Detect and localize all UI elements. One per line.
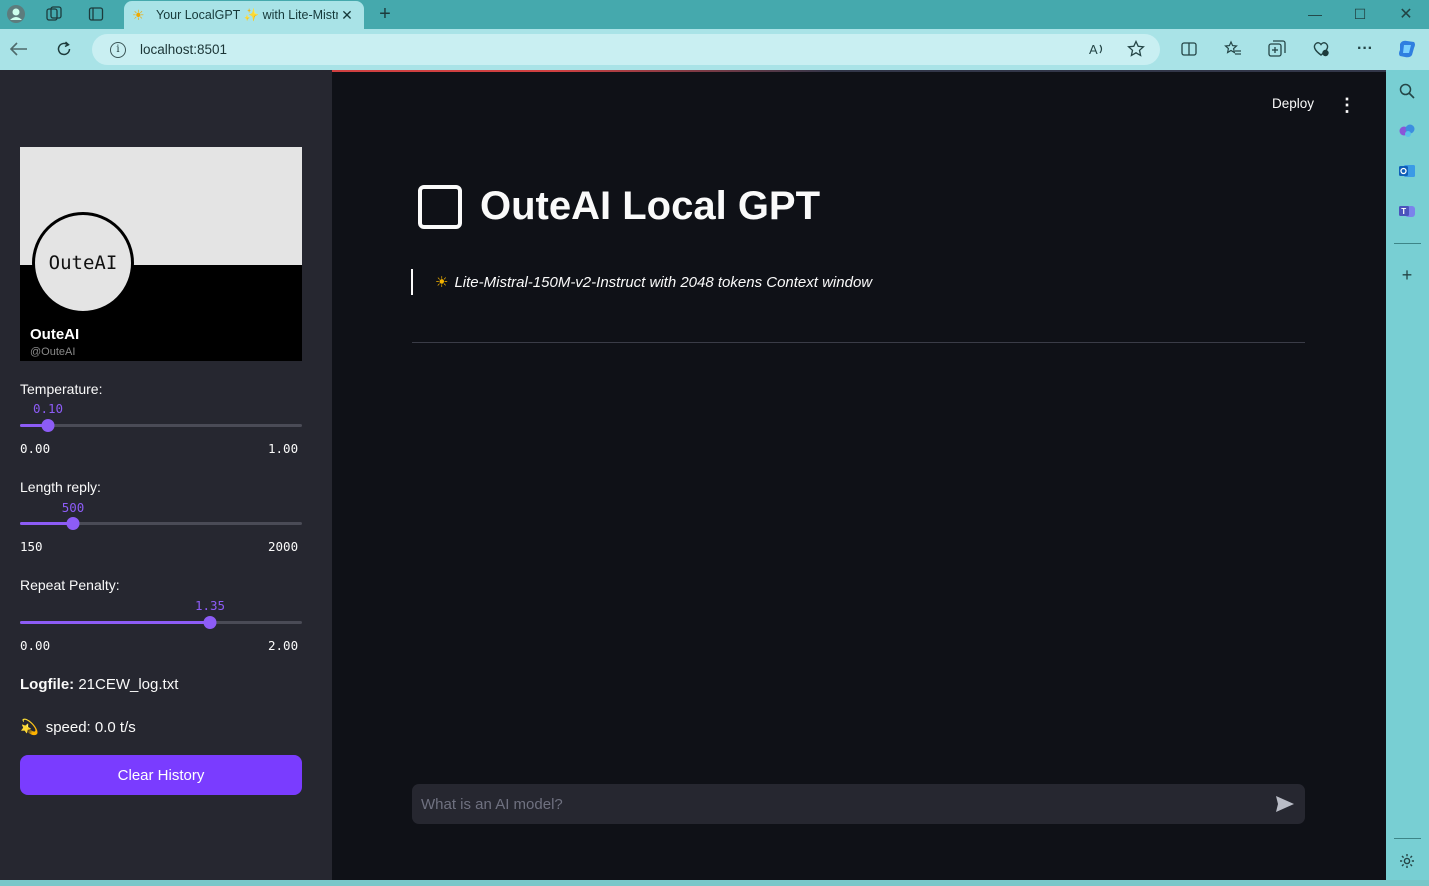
logfile-value: 21CEW_log.txt bbox=[78, 676, 179, 693]
length-reply-slider-thumb[interactable] bbox=[66, 517, 80, 530]
site-info-icon[interactable]: i bbox=[110, 41, 126, 58]
outlook-icon[interactable] bbox=[1396, 160, 1418, 182]
chat-input[interactable] bbox=[421, 795, 1265, 813]
browser-titlebar: ☀ Your LocalGPT ✨ with Lite-Mistr ✕ + — … bbox=[0, 0, 1429, 29]
banner-logo: OuteAI bbox=[32, 212, 134, 314]
sidebar: OuteAI OuteAI @OuteAI Temperature: 0.10 … bbox=[0, 70, 332, 880]
workspaces-icon[interactable] bbox=[40, 0, 68, 28]
repeat-penalty-max: 2.00 bbox=[268, 638, 299, 653]
temperature-slider[interactable] bbox=[20, 419, 302, 432]
collections-icon[interactable] bbox=[1264, 36, 1290, 62]
subtitle-text: Lite-Mistral-150M-v2-Instruct with 2048 … bbox=[454, 273, 873, 291]
chat-input-container bbox=[412, 784, 1305, 824]
length-reply-max: 2000 bbox=[268, 539, 299, 554]
streamlit-app: OuteAI OuteAI @OuteAI Temperature: 0.10 … bbox=[0, 70, 1386, 880]
horizontal-divider bbox=[412, 342, 1305, 343]
repeat-penalty-label: Repeat Penalty: bbox=[20, 577, 120, 593]
deploy-button[interactable]: Deploy bbox=[1272, 96, 1314, 111]
main-content: Deploy ⋮ OuteAI Local GPT ☀ Lite-Mistral… bbox=[332, 70, 1386, 880]
back-icon[interactable] bbox=[6, 36, 32, 62]
dizzy-icon: 💫 bbox=[20, 719, 39, 736]
split-screen-icon[interactable] bbox=[1176, 36, 1202, 62]
close-tab-icon[interactable]: ✕ bbox=[338, 7, 356, 24]
refresh-icon[interactable] bbox=[51, 36, 77, 62]
maximize-icon[interactable]: ☐ bbox=[1346, 0, 1374, 28]
edge-sidebar: T + bbox=[1386, 70, 1429, 880]
temperature-value: 0.10 bbox=[32, 401, 64, 416]
new-tab-icon[interactable]: + bbox=[371, 0, 399, 28]
length-reply-slider-fill bbox=[20, 522, 73, 525]
page-title-text: OuteAI Local GPT bbox=[480, 184, 821, 228]
add-icon[interactable]: + bbox=[1396, 264, 1418, 286]
favorites-icon[interactable] bbox=[1220, 36, 1246, 62]
length-reply-label: Length reply: bbox=[20, 479, 101, 495]
tab-title: Your LocalGPT ✨ with Lite-Mistr bbox=[156, 7, 338, 22]
read-aloud-icon[interactable]: A bbox=[1084, 36, 1110, 62]
checkbox-square-icon bbox=[418, 184, 462, 229]
speed-line: 💫 speed: 0.0 t/s bbox=[20, 718, 136, 737]
page-title: OuteAI Local GPT bbox=[418, 184, 820, 229]
temperature-max: 1.00 bbox=[268, 441, 299, 456]
length-reply-slider[interactable] bbox=[20, 517, 302, 530]
browser-window: ☀ Your LocalGPT ✨ with Lite-Mistr ✕ + — … bbox=[0, 0, 1429, 886]
edge-separator-bottom bbox=[1394, 838, 1421, 839]
length-reply-min: 150 bbox=[20, 539, 43, 554]
profile-icon[interactable] bbox=[2, 0, 30, 28]
url-bar[interactable]: i localhost:8501 bbox=[92, 34, 1160, 65]
repeat-penalty-slider-fill bbox=[20, 621, 210, 624]
close-window-icon[interactable]: ✕ bbox=[1392, 0, 1420, 28]
length-reply-value: 500 bbox=[61, 500, 85, 515]
more-options-icon[interactable]: ··· bbox=[1352, 36, 1378, 62]
browser-essentials-icon[interactable] bbox=[1308, 36, 1334, 62]
logfile-label: Logfile: bbox=[20, 676, 75, 693]
gear-icon[interactable] bbox=[1396, 850, 1418, 872]
temperature-label: Temperature: bbox=[20, 381, 103, 397]
send-icon[interactable] bbox=[1265, 784, 1305, 824]
banner-handle: @OuteAI bbox=[30, 346, 76, 358]
subtitle-blockquote: ☀ Lite-Mistral-150M-v2-Instruct with 204… bbox=[411, 269, 872, 295]
temperature-min: 0.00 bbox=[20, 441, 51, 456]
address-toolbar: i localhost:8501 A ··· bbox=[0, 29, 1429, 70]
outeai-banner-image: OuteAI OuteAI @OuteAI bbox=[20, 147, 302, 361]
url-text: localhost:8501 bbox=[140, 42, 228, 57]
minimize-icon[interactable]: — bbox=[1301, 0, 1329, 28]
repeat-penalty-min: 0.00 bbox=[20, 638, 51, 653]
favorite-star-icon[interactable] bbox=[1123, 36, 1149, 62]
taskbar-edge bbox=[0, 880, 1429, 886]
svg-text:T: T bbox=[1401, 207, 1406, 216]
svg-text:A: A bbox=[1089, 42, 1098, 57]
tab-actions-icon[interactable] bbox=[82, 0, 110, 28]
browser-tab[interactable]: ☀ Your LocalGPT ✨ with Lite-Mistr ✕ bbox=[124, 1, 364, 29]
sun-icon: ☀ bbox=[132, 6, 145, 23]
copilot-icon[interactable] bbox=[1394, 36, 1420, 62]
speed-text: speed: 0.0 t/s bbox=[45, 718, 136, 736]
copilot-sidebar-icon[interactable] bbox=[1396, 120, 1418, 142]
teams-icon[interactable]: T bbox=[1396, 200, 1418, 222]
logfile-line: Logfile: 21CEW_log.txt bbox=[20, 676, 178, 693]
clear-history-button[interactable]: Clear History bbox=[20, 755, 302, 795]
kebab-icon[interactable]: ⋮ bbox=[1338, 94, 1356, 116]
temperature-slider-thumb[interactable] bbox=[41, 419, 55, 432]
banner-name: OuteAI bbox=[30, 326, 80, 343]
repeat-penalty-value: 1.35 bbox=[194, 598, 226, 613]
search-icon[interactable] bbox=[1396, 80, 1418, 102]
edge-separator bbox=[1394, 243, 1421, 244]
repeat-penalty-slider-thumb[interactable] bbox=[203, 616, 217, 629]
repeat-penalty-slider[interactable] bbox=[20, 616, 302, 629]
sun-icon: ☀ bbox=[435, 274, 449, 291]
